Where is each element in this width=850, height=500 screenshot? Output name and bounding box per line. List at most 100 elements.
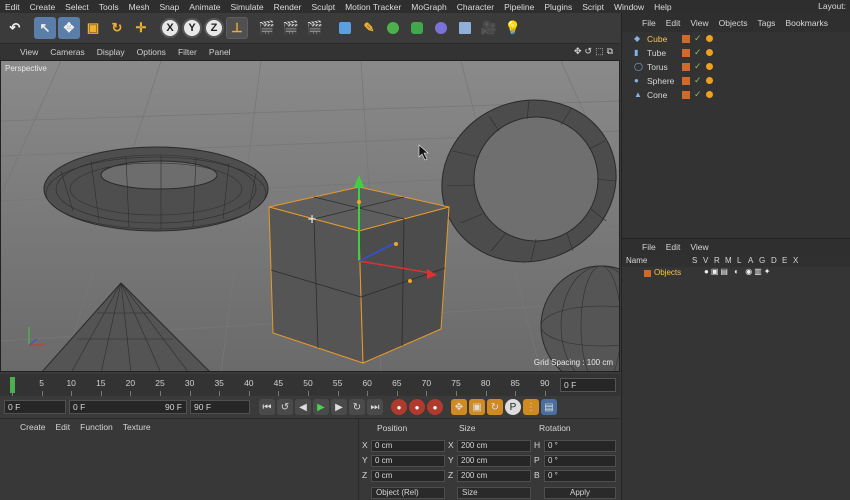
record-parameter-icon[interactable]: P [505,399,521,415]
size-mode-dropdown[interactable]: Size [457,487,531,499]
add-object-icon[interactable]: ✛ [130,17,152,39]
light-icon[interactable]: 💡 [502,17,524,39]
size-z-field[interactable]: 200 cm [457,470,531,482]
rotate-icon[interactable]: ↻ [106,17,128,39]
object-row-cube[interactable]: ◆ Cube ✓ [622,32,850,46]
menu-pipeline[interactable]: Pipeline [499,2,539,12]
objmgr-menu-bookmarks[interactable]: Bookmarks [785,18,828,28]
coordinate-mode-dropdown[interactable]: Object (Rel) [371,487,445,499]
phong-tag-icon[interactable] [706,35,713,42]
material-menu-texture[interactable]: Texture [123,422,151,432]
record-rotation-icon[interactable]: ↻ [487,399,503,415]
layermgr-menu-file[interactable]: File [642,242,656,252]
position-y-field[interactable]: 0 cm [371,455,445,467]
objmgr-menu-objects[interactable]: Objects [719,18,748,28]
layer-row-objects[interactable]: Objects ●▣▤ ◐ ◉▥✦ [622,267,850,279]
move-icon[interactable]: ✥ [58,17,80,39]
objmgr-menu-tags[interactable]: Tags [757,18,775,28]
apply-button[interactable]: Apply [544,487,616,499]
menu-mograph[interactable]: MoGraph [406,2,451,12]
cube-primitive-icon[interactable] [334,17,356,39]
previous-key-icon[interactable]: ↺ [277,399,293,415]
object-row-sphere[interactable]: ● Sphere ✓ [622,74,850,88]
menu-create[interactable]: Create [25,2,61,12]
menu-tools[interactable]: Tools [94,2,124,12]
start-frame-field[interactable]: 0 F [4,400,66,414]
scale-icon[interactable]: ▣ [82,17,104,39]
record-scale-icon[interactable]: ▣ [469,399,485,415]
menu-help[interactable]: Help [649,2,676,12]
rotation-p-field[interactable]: 0 ° [544,455,616,467]
deformer-icon[interactable] [430,17,452,39]
play-icon[interactable]: ▶ [313,399,329,415]
menu-window[interactable]: Window [609,2,649,12]
menu-select[interactable]: Select [60,2,94,12]
layer-flag-icons[interactable]: ●▣▤ ◐ ◉▥✦ [704,267,772,276]
menu-simulate[interactable]: Simulate [225,2,268,12]
phong-tag-icon[interactable] [706,91,713,98]
next-key-icon[interactable]: ↻ [349,399,365,415]
keyframe-selection-icon[interactable]: ● [427,399,443,415]
z-axis-lock-button[interactable]: Z [204,18,224,38]
layermgr-menu-view[interactable]: View [690,242,708,252]
viewport-menu-display[interactable]: Display [91,47,131,57]
timeline-playhead[interactable] [10,377,15,393]
previous-frame-icon[interactable]: ◀ [295,399,311,415]
torus-object[interactable] [43,146,269,232]
phong-tag-icon[interactable] [706,77,713,84]
next-frame-icon[interactable]: ▶ [331,399,347,415]
material-menu-edit[interactable]: Edit [56,422,71,432]
object-row-cone[interactable]: ▲ Cone ✓ [622,88,850,102]
render-settings-icon[interactable]: 🎬 [304,17,326,39]
rotation-b-field[interactable]: 0 ° [544,470,616,482]
menu-mesh[interactable]: Mesh [124,2,155,12]
timeline-ruler[interactable]: 051015202530354045505560657075808590 0 F [0,374,620,396]
cloner-icon[interactable] [406,17,428,39]
rotation-h-field[interactable]: 0 ° [544,440,616,452]
autokeying-icon[interactable]: ● [409,399,425,415]
size-y-field[interactable]: 200 cm [457,455,531,467]
viewport-menu-filter[interactable]: Filter [172,47,203,57]
menu-render[interactable]: Render [269,2,307,12]
menu-character[interactable]: Character [452,2,499,12]
position-x-field[interactable]: 0 cm [371,440,445,452]
coordinate-system-icon[interactable]: ⊥ [226,17,248,39]
phong-tag-icon[interactable] [706,49,713,56]
menu-plugins[interactable]: Plugins [539,2,577,12]
material-menu-function[interactable]: Function [80,422,113,432]
render-view-icon[interactable]: 🎬 [256,17,278,39]
enabled-check-icon[interactable]: ✓ [694,33,702,44]
layermgr-menu-edit[interactable]: Edit [666,242,681,252]
x-axis-lock-button[interactable]: X [160,18,180,38]
render-to-picture-viewer-icon[interactable]: 🎬 [280,17,302,39]
timeline-window-icon[interactable]: ▤ [541,399,557,415]
menu-script[interactable]: Script [577,2,609,12]
viewport-navigation-icons[interactable]: ✥↺⬚⧉ [574,46,616,57]
objmgr-menu-view[interactable]: View [690,18,708,28]
current-frame-field[interactable]: 0 F [560,378,616,392]
menu-animate[interactable]: Animate [184,2,225,12]
phong-tag-icon[interactable] [706,63,713,70]
perspective-viewport[interactable]: + Perspective Grid Spacing : 100 cm [0,60,620,372]
go-to-end-icon[interactable]: ⏭ [367,399,383,415]
enabled-check-icon[interactable]: ✓ [694,47,702,58]
floor-icon[interactable] [454,17,476,39]
record-active-objects-icon[interactable]: ● [391,399,407,415]
end-frame-field[interactable]: 90 F [190,400,250,414]
viewport-menu-options[interactable]: Options [131,47,172,57]
layout-selector[interactable]: Layout: [818,1,846,11]
menu-snap[interactable]: Snap [154,2,184,12]
live-selection-icon[interactable]: ↖ [34,17,56,39]
menu-sculpt[interactable]: Sculpt [306,2,340,12]
viewport-menu-view[interactable]: View [14,47,44,57]
enabled-check-icon[interactable]: ✓ [694,75,702,86]
enabled-check-icon[interactable]: ✓ [694,61,702,72]
viewport-menu-panel[interactable]: Panel [203,47,237,57]
size-x-field[interactable]: 200 cm [457,440,531,452]
go-to-start-icon[interactable]: ⏮ [259,399,275,415]
camera-icon[interactable]: 🎥 [478,17,500,39]
record-position-icon[interactable]: ✥ [451,399,467,415]
material-menu-create[interactable]: Create [20,422,46,432]
object-row-torus[interactable]: ◯ Torus ✓ [622,60,850,74]
objmgr-menu-file[interactable]: File [642,18,656,28]
